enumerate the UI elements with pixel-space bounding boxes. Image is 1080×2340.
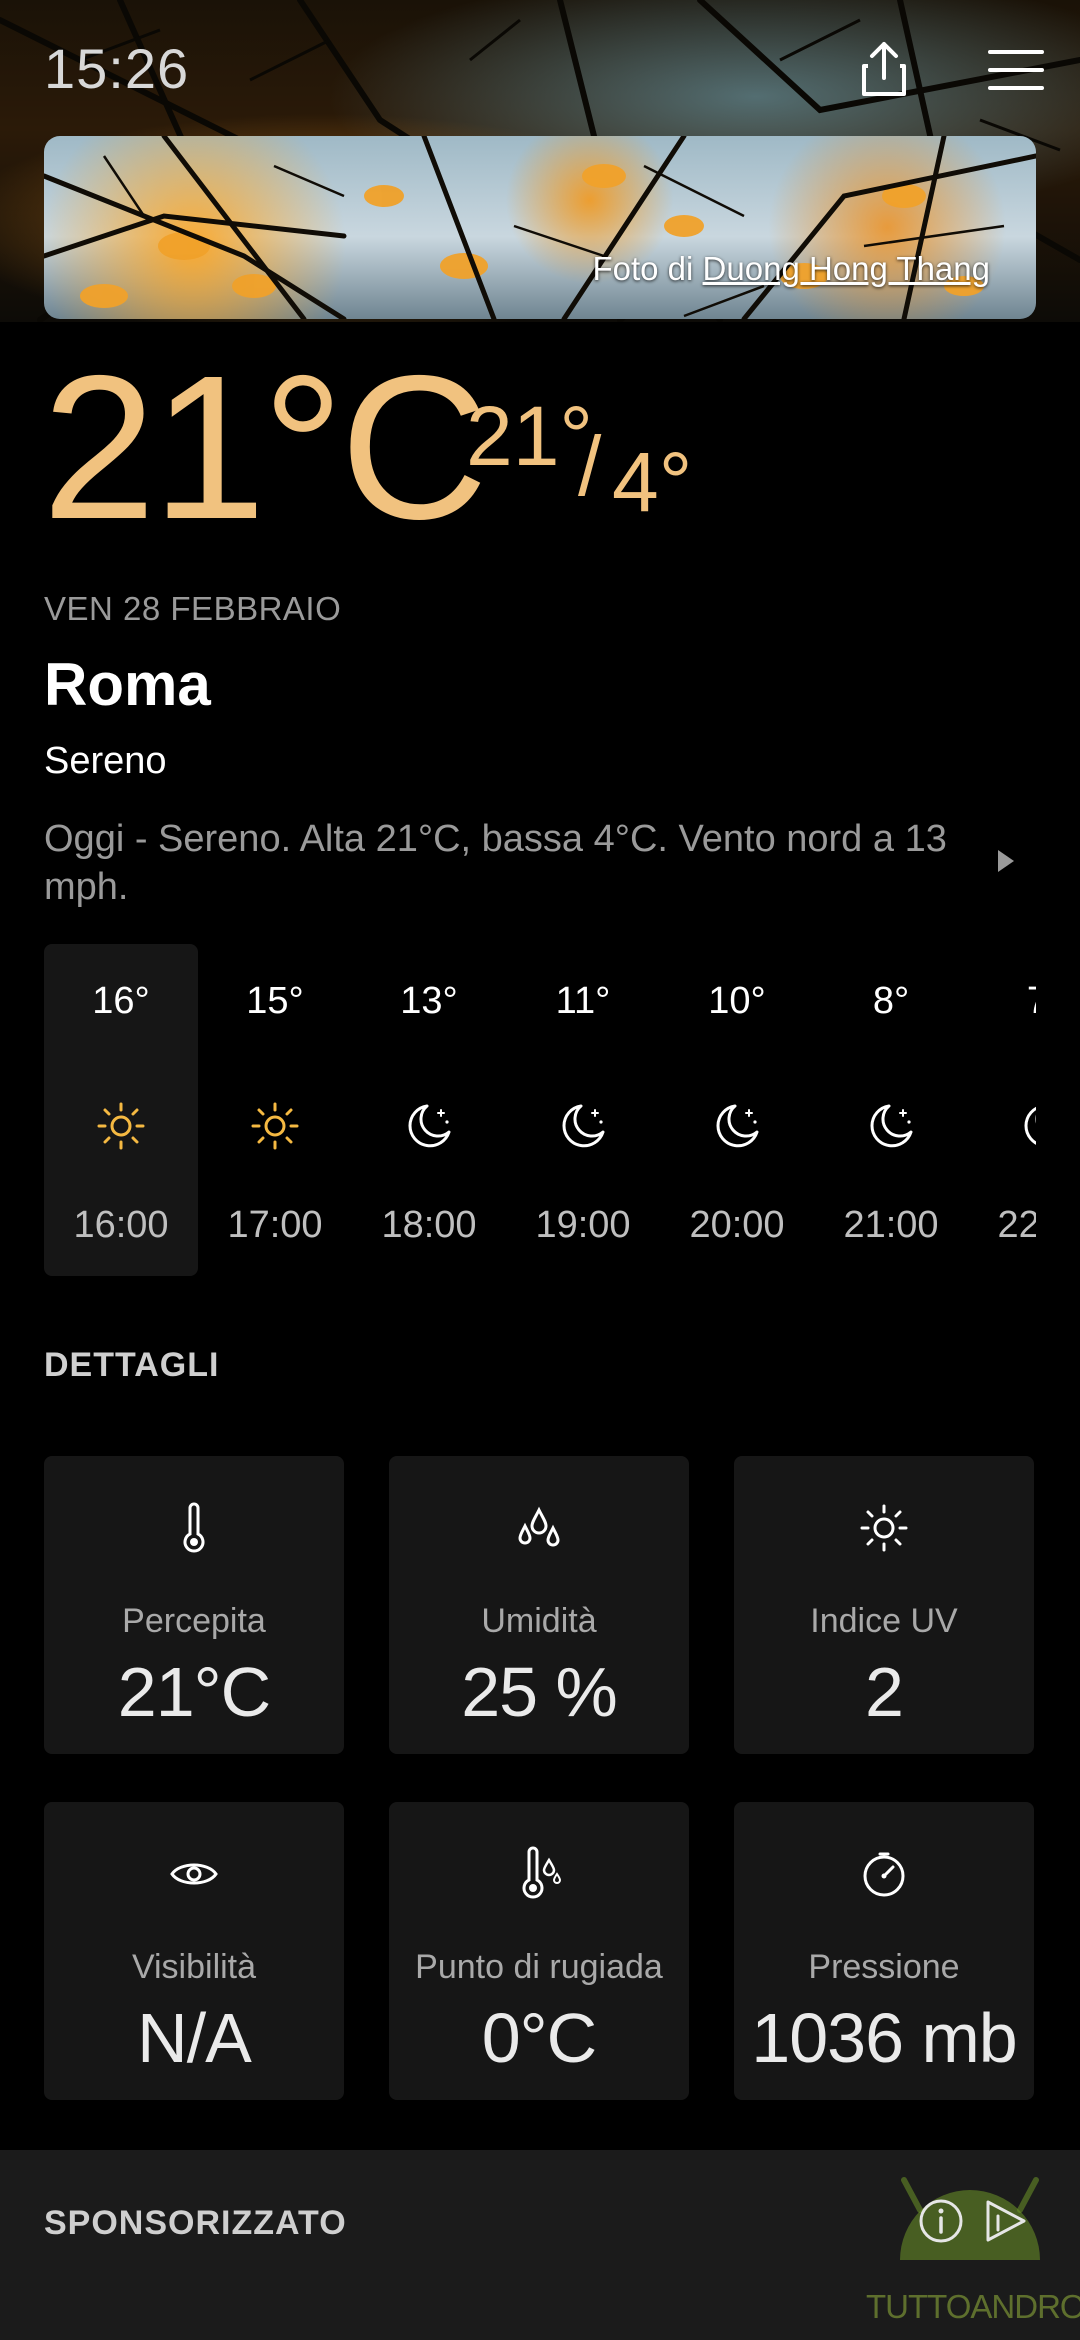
moon-icon [408, 1104, 451, 1148]
detail-card-uv-index[interactable]: Indice UV 2 [734, 1456, 1034, 1754]
detail-card-visibility[interactable]: Visibilità N/A [44, 1802, 344, 2100]
hourly-time: 16:00 [73, 1204, 169, 1246]
detail-value: 21°C [117, 1653, 271, 1731]
high-temperature: 21° [466, 389, 594, 483]
sun-icon [860, 1504, 908, 1552]
watermark-text-b: ANDROID [970, 2288, 1080, 2325]
detail-label: Pressione [808, 1948, 960, 1986]
watermark-text: TUTTOANDROID [866, 2288, 1080, 2326]
sponsored-title: SPONSORIZZATO [44, 2204, 347, 2242]
sun-icon [97, 1102, 145, 1150]
hourly-time: 18:00 [381, 1204, 477, 1246]
detail-card-dew-point[interactable]: Punto di rugiada 0°C [389, 1802, 689, 2100]
hourly-temp: 13° [400, 980, 458, 1022]
hourly-time: 17:00 [227, 1204, 323, 1246]
detail-value: N/A [137, 1999, 252, 2077]
share-icon[interactable] [852, 38, 916, 102]
sun-icon [251, 1102, 299, 1150]
hourly-time: 19:00 [535, 1204, 631, 1246]
hourly-temp: 15° [246, 980, 304, 1022]
hourly-item[interactable]: 11° 19:00 [506, 944, 660, 1276]
hourly-time: 21:00 [843, 1204, 939, 1246]
info-icon[interactable] [916, 2196, 966, 2246]
watermark-text-a: TUTTO [866, 2288, 971, 2325]
hourly-item[interactable]: 8° 21:00 [814, 944, 968, 1276]
current-temperature: 21°C [42, 333, 488, 562]
photo-credit-prefix: Foto di [592, 250, 694, 287]
photo-credit: Foto di Duong Hong Thang [592, 250, 990, 288]
moon-icon [870, 1104, 913, 1148]
status-bar-time: 15:26 [44, 37, 190, 100]
ad-choices-icon[interactable] [980, 2196, 1030, 2246]
detail-label: Percepita [122, 1602, 266, 1640]
hourly-temp: 8° [872, 980, 910, 1022]
hourly-item[interactable]: 15° 17:00 [198, 944, 352, 1276]
menu-icon[interactable] [984, 38, 1048, 102]
detail-value: 1036 mb [751, 1999, 1017, 2077]
hourly-item[interactable]: 10° 20:00 [660, 944, 814, 1276]
photo-author-link[interactable]: Duong Hong Thang [703, 250, 990, 287]
detail-label: Indice UV [810, 1602, 958, 1640]
hourly-item-selected[interactable]: 16° 16:00 [44, 944, 198, 1276]
detail-label: Visibilità [131, 1948, 257, 1986]
daily-summary[interactable]: Oggi - Sereno. Alta 21°C, bassa 4°C. Ven… [44, 815, 964, 911]
current-date: VEN 28 FEBBRAIO [44, 590, 342, 627]
hourly-time: 22:00 [997, 1204, 1036, 1246]
city-name: Roma [44, 651, 211, 718]
high-low-separator: / [578, 419, 602, 513]
detail-card-pressure[interactable]: Pressione 1036 mb [734, 1802, 1034, 2100]
detail-label: Punto di rugiada [415, 1948, 663, 1986]
hourly-item[interactable]: 7° 22:00 [968, 944, 1036, 1276]
dew-point-icon [522, 1846, 562, 1899]
humidity-icon [518, 1506, 560, 1547]
moon-icon [716, 1104, 759, 1148]
thermometer-icon [183, 1502, 205, 1553]
hourly-item[interactable]: 13° 18:00 [352, 944, 506, 1276]
weather-condition: Sereno [44, 740, 167, 782]
detail-value: 0°C [481, 1999, 597, 2077]
hourly-forecast[interactable]: 16° 16:00 15° 17:00 13° 18:00 11° 19:00 … [44, 944, 1036, 1278]
hourly-time: 20:00 [689, 1204, 785, 1246]
hourly-temp: 16° [92, 980, 150, 1022]
detail-card-feels-like[interactable]: Percepita 21°C [44, 1456, 344, 1754]
moon-icon [562, 1104, 605, 1148]
detail-card-humidity[interactable]: Umidità 25 % [389, 1456, 689, 1754]
eye-icon [170, 1863, 218, 1885]
details-section-title: DETTAGLI [44, 1346, 220, 1384]
hourly-temp: 7° [968, 980, 1036, 1023]
pressure-gauge-icon [863, 1852, 905, 1897]
detail-value: 25 % [461, 1653, 618, 1731]
low-temperature: 4° [612, 435, 693, 529]
hourly-temp: 11° [555, 980, 611, 1022]
moon-icon [1024, 1106, 1036, 1145]
photo-card [44, 136, 1036, 319]
detail-label: Umidità [481, 1602, 597, 1640]
detail-value: 2 [865, 1653, 904, 1731]
hourly-temp: 10° [708, 980, 766, 1022]
summary-expand-arrow-icon[interactable] [996, 848, 1016, 874]
